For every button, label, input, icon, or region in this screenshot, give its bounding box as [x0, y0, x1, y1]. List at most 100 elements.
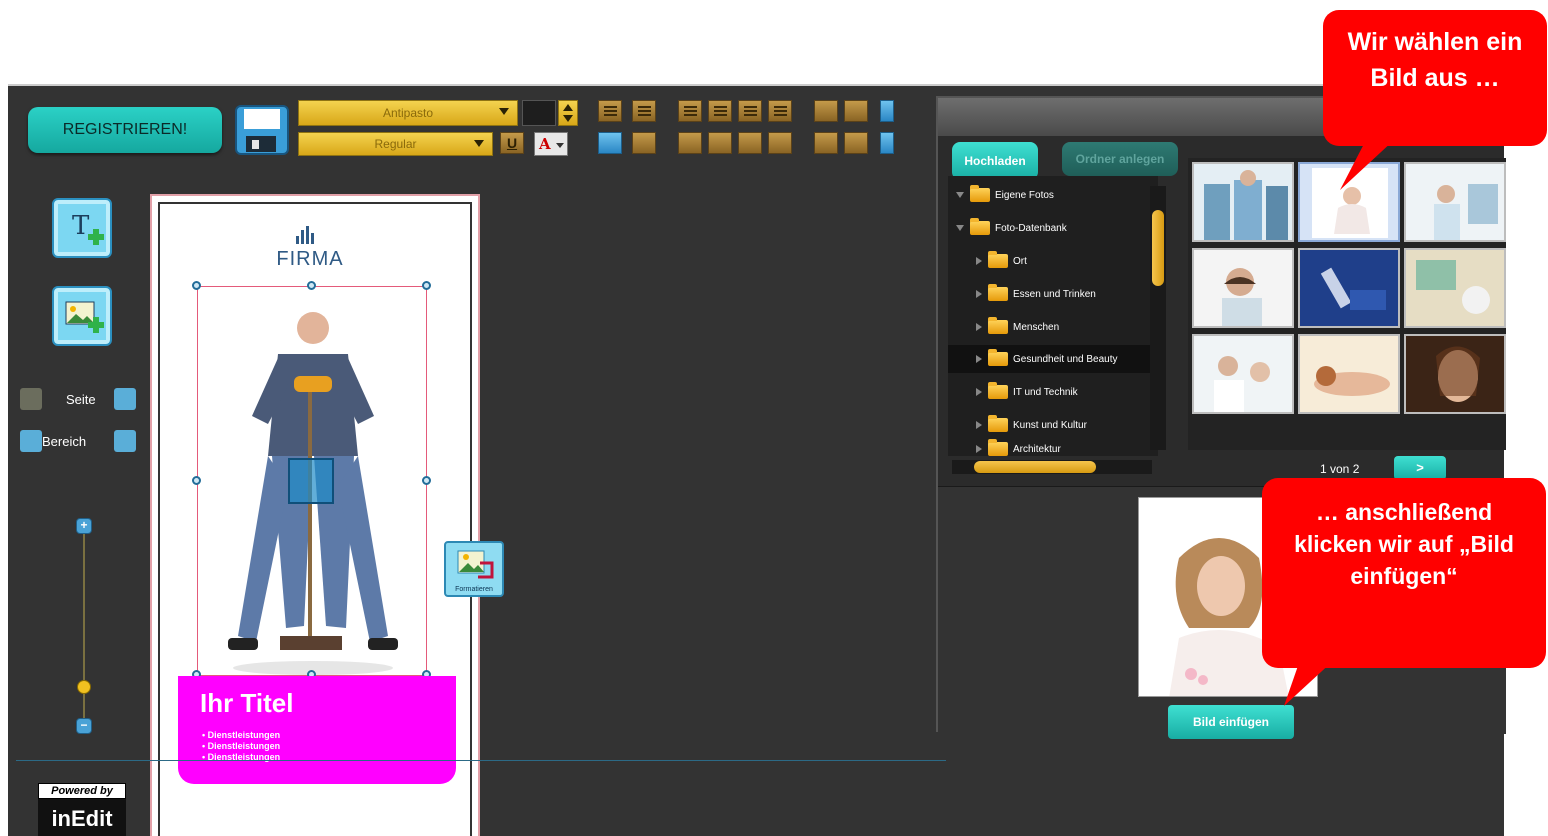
resize-handle[interactable]	[192, 281, 201, 290]
image-thumbnail[interactable]	[1298, 334, 1400, 414]
resize-handle[interactable]	[422, 476, 431, 485]
move-handle[interactable]	[288, 458, 334, 504]
layer-button[interactable]	[880, 100, 894, 122]
zoom-in-button[interactable]: +	[76, 518, 92, 534]
undo-button[interactable]	[598, 132, 622, 154]
callout-tail	[1340, 140, 1394, 190]
resize-handle[interactable]	[192, 476, 201, 485]
service-list: • Dienstleistungen • Dienstleistungen • …	[202, 730, 280, 763]
collapse-icon	[976, 257, 982, 265]
align-left-icon	[684, 106, 697, 108]
tree-horizontal-scrollbar[interactable]	[952, 460, 1152, 474]
title-box[interactable]: Ihr Titel • Dienstleistungen • Dienstlei…	[178, 676, 456, 784]
add-image-icon	[65, 301, 104, 333]
next-page-button[interactable]: >	[1394, 456, 1446, 480]
area-next-button[interactable]	[114, 430, 136, 452]
scroll-thumb[interactable]	[1152, 210, 1164, 286]
font-style-select[interactable]: Regular	[298, 132, 493, 156]
text-color-button[interactable]: A	[534, 132, 568, 156]
image-grid	[1188, 158, 1506, 450]
image-thumbnail[interactable]	[1192, 334, 1294, 414]
tree-item-kunst-und-kultur[interactable]: Kunst und Kultur	[976, 414, 1087, 436]
image-thumbnail[interactable]	[1404, 248, 1506, 328]
tree-item-it-und-technik[interactable]: IT und Technik	[976, 381, 1078, 403]
svg-text:T: T	[72, 211, 90, 241]
font-size-input[interactable]	[522, 100, 556, 126]
arrange-button[interactable]	[880, 132, 894, 154]
format-image-icon	[457, 550, 494, 579]
list-icon	[638, 106, 651, 108]
add-image-button[interactable]	[52, 286, 112, 346]
tree-item-label: Eigene Fotos	[995, 189, 1054, 201]
woman-face-photo	[1406, 336, 1504, 412]
align-right-button[interactable]	[738, 100, 762, 122]
image-thumbnail[interactable]	[1404, 334, 1506, 414]
page-indicator: 1 von 2	[1320, 462, 1360, 476]
align-justify-button[interactable]	[768, 100, 792, 122]
align-left-button[interactable]	[678, 100, 702, 122]
inedit-logo: inEdit	[38, 799, 126, 836]
insert-image-button[interactable]: Bild einfügen	[1168, 705, 1294, 739]
tree-item-architektur[interactable]: Architektur	[976, 438, 1061, 456]
underline-button[interactable]: U	[500, 132, 524, 154]
callout-choose-image: Wir wählen ein Bild aus …	[1323, 10, 1547, 146]
numbered-list-button[interactable]	[632, 100, 656, 122]
valign-middle-button[interactable]	[708, 132, 732, 154]
align-right-icon	[744, 106, 757, 108]
tree-item-foto-datenbank[interactable]: Foto-Datenbank	[956, 217, 1067, 239]
zoom-out-button[interactable]: −	[76, 718, 92, 734]
paragraph-spacing-button[interactable]	[814, 132, 838, 154]
tree-item-ort[interactable]: Ort	[976, 250, 1027, 272]
bullet-list-button[interactable]	[598, 100, 622, 122]
valign-bottom-button[interactable]	[738, 132, 762, 154]
format-image-button[interactable]: Formatieren	[444, 541, 504, 597]
tree-vertical-scrollbar[interactable]	[1150, 186, 1166, 450]
resize-handle[interactable]	[307, 281, 316, 290]
area-prev-button[interactable]	[20, 430, 42, 452]
align-justify-icon	[774, 106, 787, 108]
chevron-down-icon	[474, 140, 484, 147]
font-size-stepper[interactable]	[558, 100, 578, 126]
flyer-title: Ihr Titel	[200, 688, 294, 718]
tree-item-eigene-fotos[interactable]: Eigene Fotos	[956, 184, 1054, 206]
folder-icon	[988, 349, 1008, 366]
valign-top-button[interactable]	[678, 132, 702, 154]
folder-icon	[988, 382, 1008, 399]
image-thumbnail[interactable]	[1192, 162, 1294, 242]
save-icon[interactable]	[234, 104, 290, 156]
callout-tail	[1284, 660, 1334, 706]
scroll-thumb[interactable]	[974, 461, 1096, 473]
service-item: • Dienstleistungen	[202, 741, 281, 751]
tree-item-menschen[interactable]: Menschen	[976, 316, 1059, 338]
spa-photo	[1300, 336, 1398, 412]
indent-decrease-button[interactable]	[844, 100, 868, 122]
image-thumbnail[interactable]	[1404, 162, 1506, 242]
desk-photo	[1406, 250, 1504, 326]
align-center-button[interactable]	[708, 100, 732, 122]
folder-icon	[988, 317, 1008, 334]
letter-spacing-button[interactable]	[844, 132, 868, 154]
zoom-slider-handle[interactable]	[77, 680, 91, 694]
folder-icon	[988, 439, 1008, 456]
tree-item-essen-und-trinken[interactable]: Essen und Trinken	[976, 283, 1096, 305]
register-button[interactable]: REGISTRIEREN!	[28, 107, 222, 153]
image-thumbnail[interactable]	[1298, 248, 1400, 328]
line-spacing-button[interactable]	[768, 132, 792, 154]
dental-patient-photo	[1194, 336, 1292, 412]
tree-item-label: Menschen	[1013, 321, 1060, 333]
image-thumbnail[interactable]	[1192, 248, 1294, 328]
add-text-button[interactable]: T	[52, 198, 112, 258]
resize-handle[interactable]	[422, 281, 431, 290]
upload-button[interactable]: Hochladen	[952, 142, 1038, 180]
tree-item-label: Gesundheit und Beauty	[1013, 353, 1118, 365]
page-next-button[interactable]	[114, 388, 136, 410]
folder-icon	[988, 415, 1008, 432]
tree-item-gesundheit-und-beauty[interactable]: Gesundheit und Beauty	[948, 345, 1158, 373]
collapse-icon	[976, 323, 982, 331]
indent-increase-button[interactable]	[814, 100, 838, 122]
flyer-page[interactable]: FIRMA Ihr Titel • Dienstleistungen • Die…	[150, 194, 480, 836]
font-family-select[interactable]: Antipasto	[298, 100, 518, 126]
page-prev-button[interactable]	[20, 388, 42, 410]
new-folder-button[interactable]: Ordner anlegen	[1062, 142, 1178, 176]
redo-button[interactable]	[632, 132, 656, 154]
